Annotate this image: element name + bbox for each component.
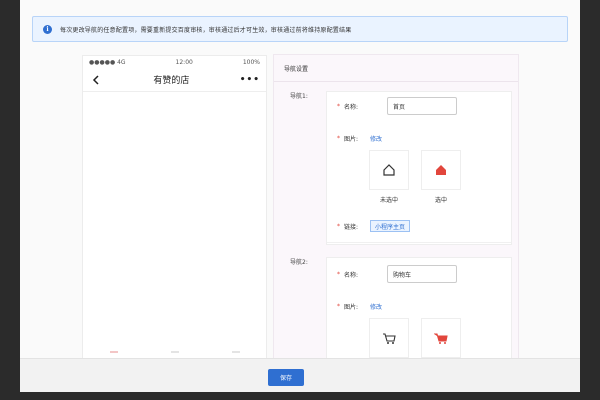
tab-user-icon — [231, 351, 240, 355]
status-bar: ●●●●● 4G 12:00 100% — [83, 56, 266, 68]
home-outline-icon — [383, 164, 395, 176]
card-separator — [327, 242, 511, 243]
nav1-card: * 名称: 首页 * 图片: 修改 未选中 选中 * 链接: 小程序主页 — [326, 91, 512, 245]
notice-text: 每次更改导航的任意配置项，需要重新提交百度审核，审核通过后才可生效，审核通过前将… — [60, 26, 352, 34]
nav2-image-label: 图片: — [344, 304, 359, 311]
app-frame: i 每次更改导航的任意配置项，需要重新提交百度审核，审核通过后才可生效，审核通过… — [20, 0, 580, 392]
nav1-modify-link[interactable]: 修改 — [370, 134, 382, 143]
required-marker: * — [337, 135, 340, 142]
home-filled-icon — [436, 165, 446, 175]
nav1-name-label: 名称: — [344, 104, 359, 111]
phone-header: 有赞的店 ••• — [83, 68, 266, 92]
selected-caption: 选中 — [434, 197, 447, 204]
carrier-signal: ●●●●● 4G — [89, 58, 126, 66]
nav1-name-row: * 名称: — [337, 102, 358, 111]
info-icon: i — [43, 24, 52, 34]
required-marker: * — [337, 303, 340, 310]
nav1-label: 导航1: — [290, 93, 308, 100]
nav2-name-label: 名称: — [344, 272, 359, 279]
footer-bar: 保存 — [20, 358, 580, 392]
nav2-unselected-icon-box[interactable] — [369, 318, 409, 358]
required-marker: * — [337, 271, 340, 278]
required-marker: * — [337, 103, 340, 110]
divider — [274, 81, 518, 82]
battery-level: 100% — [242, 58, 260, 66]
nav1-link-label: 链接: — [344, 224, 359, 231]
nav1-link-tag[interactable]: 小程序主页 — [370, 220, 411, 232]
phone-preview: ●●●●● 4G 12:00 100% 有赞的店 ••• — [82, 55, 267, 360]
unselected-caption: 未选中 — [379, 197, 398, 204]
nav1-selected-icon-box[interactable] — [421, 150, 461, 190]
tab-home-icon — [109, 351, 118, 355]
save-button[interactable]: 保存 — [268, 369, 304, 386]
more-options-icon[interactable]: ••• — [240, 75, 260, 85]
settings-title: 导航设置 — [284, 66, 309, 73]
nav2-image-row: * 图片: — [337, 302, 358, 311]
nav2-selected-icon-box[interactable] — [421, 318, 461, 358]
tab-cart-icon — [170, 351, 179, 355]
nav2-name-input[interactable]: 购物车 — [387, 265, 457, 283]
shop-title: 有赞的店 — [153, 76, 190, 86]
nav1-unselected-icon-box[interactable] — [369, 150, 409, 190]
nav1-image-label: 图片: — [344, 136, 359, 143]
nav1-image-row: * 图片: — [337, 134, 358, 143]
nav2-label: 导航2: — [290, 259, 308, 266]
nav2-name-row: * 名称: — [337, 270, 358, 279]
required-marker: * — [337, 223, 340, 230]
cart-filled-icon — [434, 333, 448, 344]
status-time: 12:00 — [175, 58, 193, 66]
back-arrow-icon[interactable] — [89, 73, 103, 87]
cart-outline-icon — [383, 333, 396, 344]
nav-settings-panel: 导航设置 导航1: * 名称: 首页 * 图片: 修改 未选中 选中 * 链接:… — [273, 54, 519, 377]
nav1-link-row: * 链接: — [337, 222, 358, 231]
nav1-name-input[interactable]: 首页 — [387, 97, 457, 115]
nav2-modify-link[interactable]: 修改 — [370, 302, 382, 311]
notice-banner: i 每次更改导航的任意配置项，需要重新提交百度审核，审核通过后才可生效，审核通过… — [32, 16, 568, 42]
